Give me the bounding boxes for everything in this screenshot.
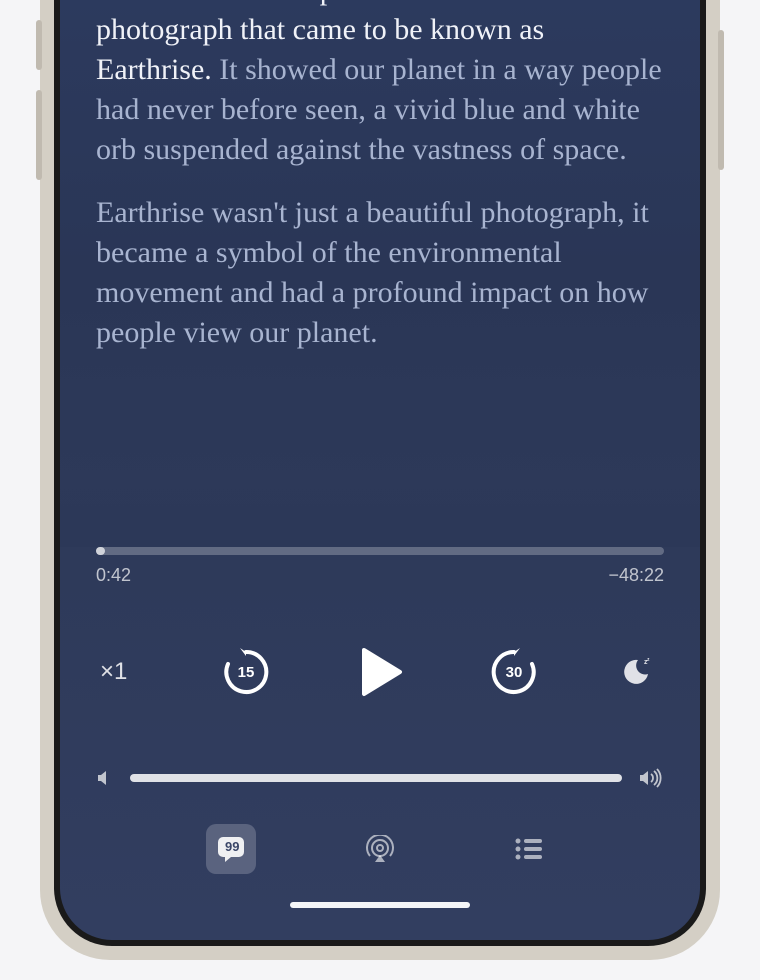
transcript-text: William Anders captured the moment in a …: [96, 0, 664, 353]
bottom-toolbar: 99: [96, 824, 664, 874]
playback-row: ×1 15: [96, 636, 664, 708]
transcript-button[interactable]: 99: [206, 824, 256, 874]
queue-button[interactable]: [504, 824, 554, 874]
home-indicator[interactable]: [290, 902, 470, 908]
time-labels: 0:42 −48:22: [96, 565, 664, 586]
sleep-timer-button[interactable]: z z: [612, 648, 660, 696]
transcript-para2: Earthrise wasn't just a beautiful photog…: [96, 193, 664, 353]
phone-bezel: William Anders captured the moment in a …: [54, 0, 706, 946]
volume-down-button: [36, 90, 42, 180]
volume-row: [96, 768, 664, 788]
skip-forward-button[interactable]: 30: [486, 644, 542, 700]
progress-slider[interactable]: [96, 547, 664, 555]
airplay-icon: [365, 835, 395, 863]
skip-back-button[interactable]: 15: [218, 644, 274, 700]
progress-fill: [96, 547, 105, 555]
player-controls: 0:42 −48:22 ×1 15: [60, 547, 700, 940]
queue-list-icon: [514, 837, 544, 861]
svg-text:99: 99: [225, 839, 239, 854]
volume-up-button: [36, 20, 42, 70]
phone-frame: William Anders captured the moment in a …: [40, 0, 720, 960]
power-button: [718, 30, 724, 170]
elapsed-time: 0:42: [96, 565, 131, 586]
volume-low-icon: [96, 769, 114, 787]
play-button[interactable]: [344, 636, 416, 708]
transcript-fade: [60, 467, 700, 547]
airplay-button[interactable]: [355, 824, 405, 874]
sleep-moon-icon: z z: [620, 656, 652, 688]
volume-high-icon: [638, 768, 664, 788]
volume-slider[interactable]: [130, 774, 622, 782]
remaining-time: −48:22: [608, 565, 664, 586]
screen: William Anders captured the moment in a …: [60, 0, 700, 940]
playback-speed-button[interactable]: ×1: [100, 658, 148, 686]
play-icon: [352, 644, 408, 700]
svg-text:z: z: [647, 657, 650, 663]
transcript-icon: 99: [216, 835, 246, 863]
transcript-area[interactable]: William Anders captured the moment in a …: [60, 0, 700, 547]
skip-back-label: 15: [238, 664, 255, 681]
skip-forward-label: 30: [506, 664, 523, 681]
